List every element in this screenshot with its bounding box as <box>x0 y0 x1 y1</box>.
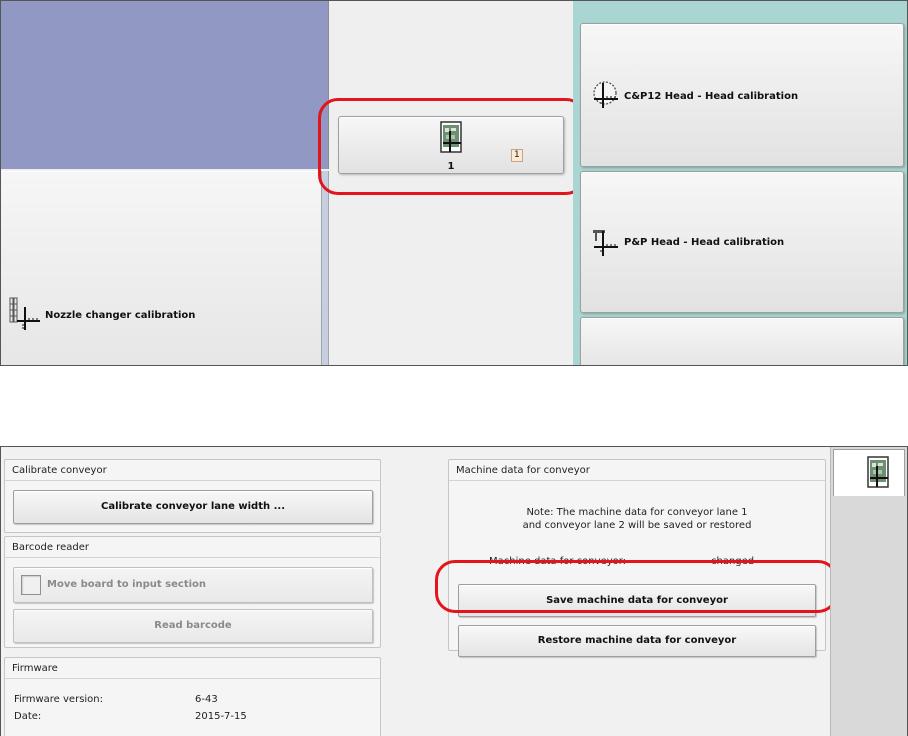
group-title: Calibrate conveyor <box>12 465 107 476</box>
button-label: Read barcode <box>154 620 232 631</box>
head-calibration-screen: Nozzle changer calibration 1 1 C&P12 Hea… <box>0 0 908 366</box>
restore-machine-data-button[interactable]: Restore machine data for conveyor <box>458 625 816 657</box>
cp12-head-calibration-label: C&P12 Head - Head calibration <box>624 91 799 102</box>
group-separator <box>5 557 380 558</box>
button-label: Restore machine data for conveyor <box>537 635 737 646</box>
group-title: Machine data for conveyor <box>456 465 590 476</box>
pp-head-calibration-button[interactable]: P&P Head - Head calibration <box>580 171 904 313</box>
nozzle-changer-calibration-button[interactable]: Nozzle changer calibration <box>1 171 321 365</box>
highlight-circle-lane-button <box>318 98 586 195</box>
button-label: Calibrate conveyor lane width ... <box>100 501 285 512</box>
barcode-reader-group: Barcode reader Move board to input secti… <box>4 536 381 648</box>
conveyor-settings-screen: Calibrate conveyor Calibrate conveyor la… <box>0 446 908 736</box>
firmware-date-label: Date: <box>14 711 42 722</box>
note-line: and conveyor lane 2 will be saved or res… <box>522 520 752 531</box>
panel-divider <box>321 171 329 365</box>
nozzle-changer-icon <box>9 297 40 330</box>
group-title: Barcode reader <box>12 542 89 553</box>
firmware-version-value: 6-43 <box>195 694 218 705</box>
cp12-head-calibration-icon <box>593 81 618 108</box>
read-barcode-button[interactable]: Read barcode <box>13 609 373 643</box>
move-board-label: Move board to input section <box>47 579 207 590</box>
group-separator <box>449 480 825 481</box>
firmware-version-label: Firmware version: <box>14 694 104 705</box>
move-board-to-input-button[interactable]: Move board to input section <box>13 567 373 603</box>
cp12-head-calibration-button[interactable]: C&P12 Head - Head calibration <box>580 23 904 167</box>
conveyor-lane-icon <box>867 456 889 488</box>
group-separator <box>5 480 380 481</box>
firmware-group: Firmware Firmware version: 6-43 Date: 20… <box>4 657 381 736</box>
move-board-checkbox[interactable] <box>21 575 41 595</box>
calibrate-conveyor-lane-width-button[interactable]: Calibrate conveyor lane width ... <box>13 490 373 524</box>
left-header-panel <box>1 1 329 169</box>
firmware-date-value: 2015-7-15 <box>195 711 247 722</box>
nozzle-changer-calibration-label: Nozzle changer calibration <box>45 310 196 321</box>
pp-head-calibration-icon <box>593 230 618 256</box>
calibrate-conveyor-group: Calibrate conveyor Calibrate conveyor la… <box>4 459 381 533</box>
group-separator <box>5 678 380 679</box>
conveyor-lane-tab[interactable] <box>833 449 905 496</box>
group-title: Firmware <box>12 663 58 674</box>
note-line: Note: The machine data for conveyor lane… <box>526 507 748 518</box>
pp-head-calibration-label: P&P Head - Head calibration <box>624 237 785 248</box>
machine-data-group: Machine data for conveyor Note: The mach… <box>448 459 826 657</box>
head-calibration-button-partial[interactable] <box>580 317 904 365</box>
highlight-circle-save-button <box>435 560 838 613</box>
machine-data-note: Note: The machine data for conveyor lane… <box>449 506 825 532</box>
